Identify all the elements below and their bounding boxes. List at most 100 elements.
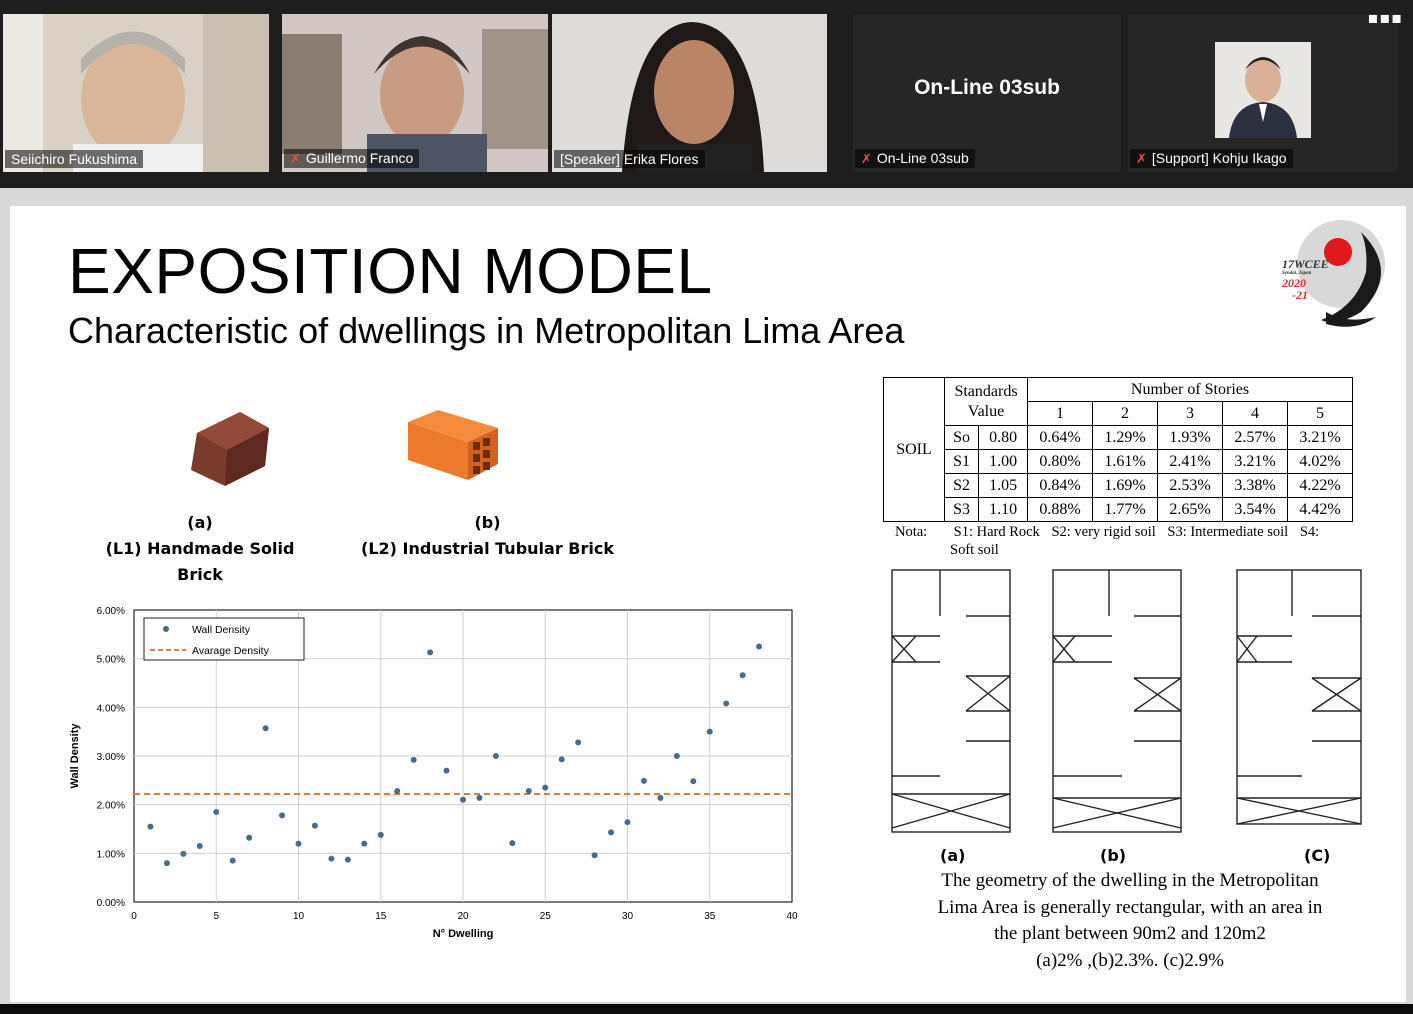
- soil-type-cell: S1: [943, 449, 980, 474]
- table-row: S1 1.00 0.80% 1.61% 2.41% 3.21% 4.02%: [884, 449, 1353, 474]
- participant-name-4: ✗ On-Line 03sub: [855, 149, 975, 168]
- shared-slide: EXPOSITION MODEL Characteristic of dwell…: [10, 206, 1406, 1002]
- description-line-2: Lima Area is generally rectangular, with…: [937, 896, 1323, 918]
- mic-muted-icon: ✗: [861, 151, 872, 166]
- logo-line1: 17WCEE: [1282, 257, 1329, 271]
- y-tick-label: 5.00%: [97, 655, 125, 666]
- wcee-logo-text: 17WCEE Sendai, Japan 2020 -21: [1282, 258, 1329, 301]
- standard-value-cell: 0.80: [978, 425, 1028, 450]
- data-point: [657, 794, 664, 801]
- plan-label-a: (a): [940, 846, 966, 865]
- y-tick-label: 3.00%: [97, 752, 125, 763]
- data-point: [723, 700, 730, 707]
- table-cell: 2.65%: [1157, 497, 1223, 522]
- description-line-3: the plant between 90m2 and 120m2: [994, 923, 1266, 944]
- story-col-5: 5: [1287, 401, 1353, 426]
- wall-density-chart: 0 5 10 15 20 25 30 35 40 0.00% 1.00% 2.00% 3.00% 4.00…: [69, 606, 798, 940]
- more-options-icon[interactable]: ▪▪▪: [1367, 8, 1403, 27]
- table-cell: 4.42%: [1287, 497, 1353, 522]
- table-cell: 1.93%: [1157, 425, 1223, 450]
- nota-s4: S4:: [1299, 524, 1320, 540]
- data-point: [377, 831, 384, 838]
- participant-avatar-5: [1215, 42, 1311, 138]
- plan-label-b: (b): [1100, 846, 1127, 865]
- participant-tile-5[interactable]: ✗ [Support] Kohju Ikago: [1128, 14, 1398, 172]
- nota-s4b: Soft soil: [950, 542, 999, 558]
- data-point: [443, 767, 450, 774]
- x-tick-label: 40: [786, 911, 798, 922]
- soil-stories-table: SOIL Standards Value Number of Stories 1…: [883, 377, 1353, 522]
- standard-value-cell: 1.05: [978, 473, 1028, 498]
- participant-name-2: ✗ Guillermo Franco: [284, 149, 420, 168]
- story-col-4: 4: [1222, 401, 1288, 426]
- data-point: [690, 778, 697, 785]
- table-cell: 2.57%: [1222, 425, 1288, 450]
- data-point: [460, 796, 466, 803]
- x-tick-label: 5: [213, 911, 219, 922]
- standard-value-cell: 1.00: [978, 449, 1028, 474]
- data-point: [229, 857, 236, 864]
- nota-label: Nota:: [895, 524, 928, 540]
- data-point: [575, 739, 582, 746]
- video-strip: Seiichiro Fukushima ✗ Guillermo Franco [S…: [0, 0, 1413, 188]
- floor-plan-c: [1236, 569, 1362, 825]
- table-cell: 0.64%: [1027, 425, 1093, 450]
- plan-label-c: (C): [1304, 846, 1331, 865]
- brick-caption-b: (b) (L2) Industrial Tubular Brick: [360, 510, 615, 562]
- y-tick-label: 6.00%: [97, 606, 125, 617]
- participant-video-3: [552, 14, 827, 172]
- data-point: [673, 753, 680, 759]
- participant-tile-2[interactable]: ✗ Guillermo Franco: [282, 14, 548, 172]
- soil-type-cell: S2: [943, 473, 980, 498]
- data-point: [427, 649, 434, 656]
- data-point: [624, 819, 631, 826]
- table-cell: 1.69%: [1092, 473, 1158, 498]
- data-point: [591, 852, 598, 859]
- stories-header: Number of Stories: [1027, 377, 1353, 402]
- data-point: [328, 855, 335, 862]
- table-cell: 4.22%: [1287, 473, 1353, 498]
- data-point: [476, 794, 483, 801]
- x-tick-label: 30: [622, 911, 634, 922]
- y-tick-label: 1.00%: [97, 849, 125, 860]
- soil-type-cell: S3: [943, 497, 980, 522]
- soil-label-cell: SOIL: [883, 377, 945, 522]
- x-tick-label: 35: [704, 911, 716, 922]
- y-tick-label: 4.00%: [97, 703, 125, 714]
- brick-label-b: (L2) Industrial Tubular Brick: [361, 539, 614, 558]
- data-point: [295, 840, 302, 847]
- participant-name-5-text: [Support] Kohju Ikago: [1151, 150, 1287, 166]
- nota-s3: S3: Intermediate soil: [1167, 524, 1289, 540]
- x-axis-label: N° Dwelling: [433, 928, 494, 940]
- brick-caption-a: (a) (L1) Handmade Solid Brick: [80, 510, 320, 588]
- handmade-brick-image: [191, 412, 269, 486]
- x-tick-label: 10: [293, 911, 305, 922]
- data-point: [706, 728, 713, 735]
- bottom-bar: [0, 1004, 1413, 1014]
- data-point: [279, 812, 286, 819]
- story-col-2: 2: [1092, 401, 1158, 426]
- table-row: S3 1.10 0.88% 1.77% 2.65% 3.54% 4.42%: [884, 497, 1353, 522]
- legend-label-average: Avarage Density: [192, 645, 270, 657]
- slide-subtitle: Characteristic of dwellings in Metropoli…: [68, 310, 905, 351]
- table-cell: 0.88%: [1027, 497, 1093, 522]
- table-cell: 4.02%: [1287, 449, 1353, 474]
- mic-muted-icon: ✗: [1136, 151, 1147, 166]
- participant-tile-4[interactable]: On-Line 03sub ✗ On-Line 03sub: [853, 14, 1121, 172]
- brick-label-a: (L1) Handmade Solid Brick: [105, 539, 295, 584]
- table-cell: 0.80%: [1027, 449, 1093, 474]
- description-line-1: The geometry of the dwelling in the Metr…: [941, 870, 1319, 891]
- table-cell: 1.77%: [1092, 497, 1158, 522]
- floor-plan-a: [891, 569, 1011, 833]
- participant-name-3: [Speaker] Erika Flores: [554, 150, 705, 168]
- participant-tile-3[interactable]: [Speaker] Erika Flores: [552, 14, 827, 172]
- data-point: [640, 777, 647, 784]
- participant-tile-1[interactable]: Seiichiro Fukushima: [3, 14, 269, 172]
- soil-type-cell: So: [943, 425, 980, 450]
- dwelling-description: The geometry of the dwelling in the Metr…: [890, 868, 1370, 974]
- data-point: [492, 753, 499, 759]
- participant-big-label-4: On-Line 03sub: [914, 76, 1060, 99]
- participant-name-2-text: Guillermo Franco: [305, 150, 414, 166]
- soil-nota: Nota: S1: Hard Rock S2: very rigid soil …: [895, 523, 1365, 559]
- y-tick-label: 0.00%: [97, 898, 125, 909]
